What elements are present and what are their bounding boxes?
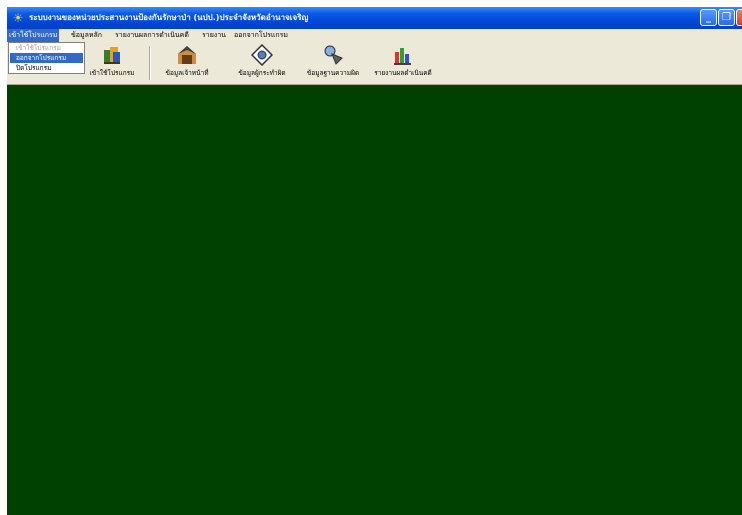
minimize-button[interactable]: _ xyxy=(700,9,717,26)
toolbar: เข้าใช้โปรแกรม ข้อมูลเจ้าหน้าที่ ข้อมูลผ… xyxy=(7,42,742,85)
toolbar-login-button[interactable]: เข้าใช้โปรแกรม xyxy=(87,44,137,82)
offense-icon xyxy=(324,45,343,65)
application-window: ☀ ระบบงานของหน่วยประสานงานป้องกันรักษาป่… xyxy=(7,7,742,515)
toolbar-performance-report-button[interactable]: รายงานผลดำเนินคดี xyxy=(367,44,439,82)
menu-exit[interactable]: ออกจากโปรแกรม xyxy=(232,29,290,42)
menu-bar: เข้าใช้โปรแกรม ข้อมูลหลัก รายงานผลการดำเ… xyxy=(7,29,742,42)
toolbar-staff-button[interactable]: ข้อมูลเจ้าหน้าที่ xyxy=(157,44,217,82)
toolbar-separator xyxy=(149,46,151,80)
toolbar-offense-button[interactable]: ข้อมูลฐานความผิด xyxy=(299,44,367,82)
bar-chart-icon xyxy=(394,48,411,65)
app-icon[interactable]: ☀ xyxy=(11,11,25,25)
toolbar-offense-label: ข้อมูลฐานความผิด xyxy=(306,69,360,77)
menu-report[interactable]: รายงาน xyxy=(200,29,228,42)
offender-icon xyxy=(251,44,273,66)
menu-report-performance[interactable]: รายงานผลการดำเนินคดี xyxy=(113,29,191,42)
toolbar-login-label: เข้าใช้โปรแกรม xyxy=(89,69,135,77)
toolbar-staff-label: ข้อมูลเจ้าหน้าที่ xyxy=(165,69,209,77)
dropdown-item-login[interactable]: เข้าใช้โปรแกรม xyxy=(10,43,83,53)
dropdown-item-logout[interactable]: ออกจากโปรแกรม xyxy=(10,53,83,63)
mdi-client-area xyxy=(7,85,742,515)
menu-master-data[interactable]: ข้อมูลหลัก xyxy=(69,29,104,42)
program-dropdown-menu: เข้าใช้โปรแกรม ออกจากโปรแกรม ปิดโปรแกรม xyxy=(8,42,85,74)
restore-button[interactable]: ❐ xyxy=(718,9,735,26)
title-bar[interactable]: ☀ ระบบงานของหน่วยประสานงานป้องกันรักษาป่… xyxy=(7,7,742,29)
toolbar-offender-label: ข้อมูลผู้กระทำผิด xyxy=(238,69,286,77)
toolbar-performance-report-label: รายงานผลดำเนินคดี xyxy=(374,69,432,77)
dropdown-item-close-program[interactable]: ปิดโปรแกรม xyxy=(10,63,83,73)
toolbar-offender-button[interactable]: ข้อมูลผู้กระทำผิด xyxy=(227,44,297,82)
window-title: ระบบงานของหน่วยประสานงานป้องกันรักษาป่า … xyxy=(29,13,309,22)
login-icon xyxy=(104,47,120,64)
menu-program[interactable]: เข้าใช้โปรแกรม xyxy=(7,29,60,42)
staff-icon xyxy=(178,46,196,64)
close-button[interactable]: ✕ xyxy=(736,9,742,26)
